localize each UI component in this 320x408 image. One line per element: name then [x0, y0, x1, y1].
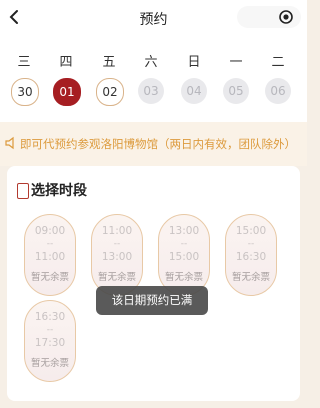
top-bar: 预约: [0, 0, 307, 36]
weekday-label: 六: [144, 55, 158, 70]
ticket-icon: [17, 183, 29, 199]
slot-start: 09:00: [34, 225, 66, 237]
slot-end: 13:00: [101, 251, 133, 263]
time-slot[interactable]: 16:30 -- 17:30 暂无余票: [24, 300, 76, 382]
date-button[interactable]: 02: [96, 78, 124, 106]
time-slot[interactable]: 13:00 -- 15:00 暂无余票: [158, 214, 210, 296]
mini-program-capsule[interactable]: [237, 6, 301, 28]
time-slot[interactable]: 09:00 -- 11:00 暂无余票: [24, 214, 76, 296]
slot-end: 17:30: [34, 337, 66, 349]
date-button[interactable]: 30: [11, 78, 39, 106]
slot-separator: --: [180, 239, 188, 249]
slot-start: 11:00: [101, 225, 133, 237]
weekday-label: 四: [59, 55, 73, 70]
slot-start: 13:00: [168, 225, 200, 237]
weekday-label: 五: [102, 55, 116, 70]
slot-separator: --: [46, 325, 54, 335]
weekday-label: 二: [271, 55, 285, 70]
slot-separator: --: [113, 239, 121, 249]
slot-start: 16:30: [34, 311, 66, 323]
slot-status: 暂无余票: [231, 272, 270, 283]
notice-text: 即可代预约参观洛阳博物馆（两日内有效，团队除外）: [20, 137, 296, 151]
slot-status: 暂无余票: [164, 272, 203, 283]
slot-end: 15:00: [168, 251, 200, 263]
weekday-label: 日: [187, 55, 201, 70]
date-button-disabled: 05: [223, 78, 249, 104]
notice-banner: 即可代预约参观洛阳博物馆（两日内有效，团队除外）: [0, 122, 307, 166]
time-slot-panel: 选择时段 09:00 -- 11:00 暂无余票 11:00 -- 13:00 …: [7, 166, 300, 401]
date-button-disabled: 04: [181, 78, 207, 104]
speaker-icon: [5, 136, 14, 150]
slot-separator: --: [46, 239, 54, 249]
slot-end: 11:00: [34, 251, 66, 263]
weekday-label: 三: [17, 55, 31, 70]
slot-status: 暂无余票: [97, 272, 136, 283]
date-button-disabled: 06: [265, 78, 291, 104]
section-title: 选择时段: [31, 183, 87, 199]
date-button-disabled: 03: [138, 78, 164, 104]
date-selector: 三 四 五 六 日 一 二 30 01 02 03 04 05 06: [0, 36, 307, 122]
slot-status: 暂无余票: [30, 358, 69, 369]
slot-separator: --: [247, 239, 255, 249]
target-icon[interactable]: [279, 10, 293, 24]
slot-end: 16:30: [235, 251, 267, 263]
slot-start: 15:00: [235, 225, 267, 237]
slot-status: 暂无余票: [30, 272, 69, 283]
toast-message: 该日期预约已满: [96, 286, 208, 315]
date-button-selected[interactable]: 01: [53, 78, 81, 106]
time-slot[interactable]: 15:00 -- 16:30 暂无余票: [225, 214, 277, 296]
weekday-label: 一: [229, 55, 243, 70]
time-slot[interactable]: 11:00 -- 13:00 暂无余票: [91, 214, 143, 296]
